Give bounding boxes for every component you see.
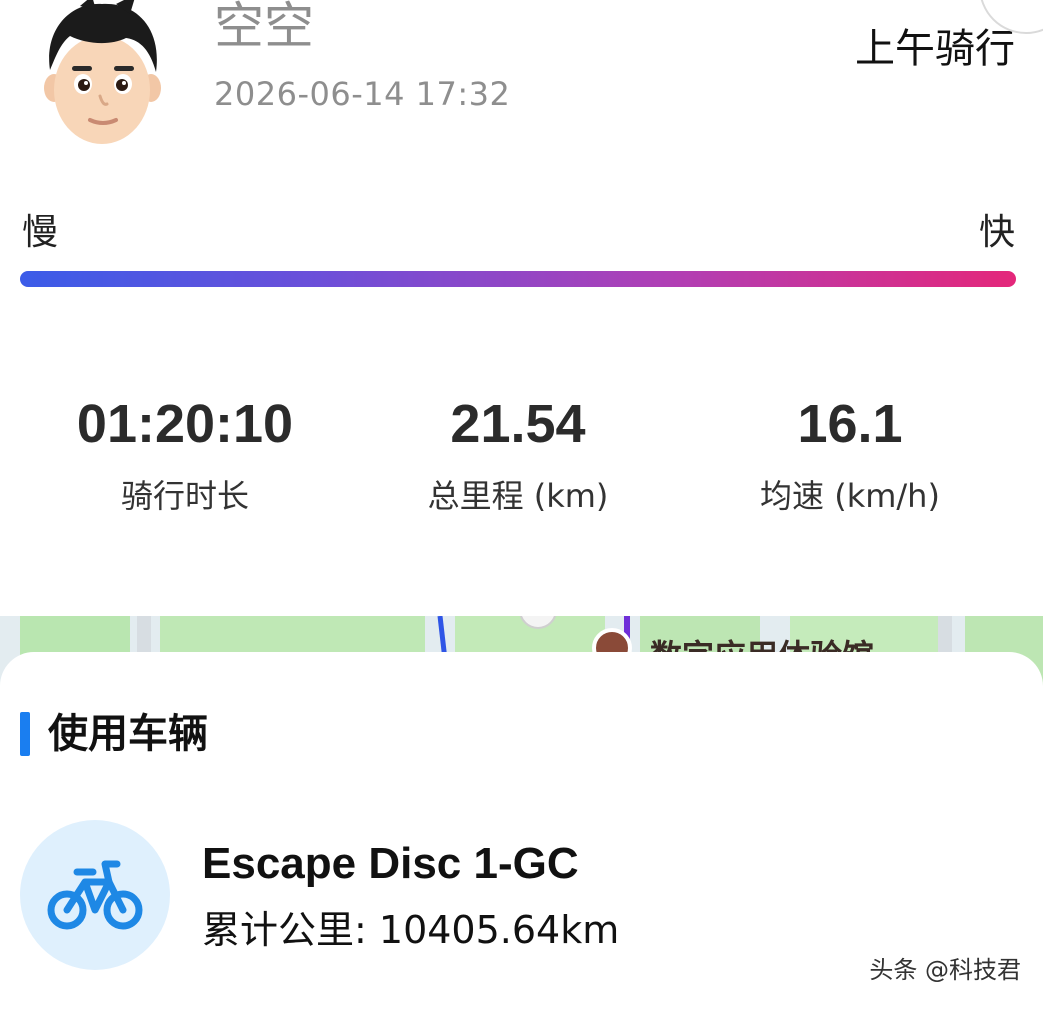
- stat-duration: 01:20:10 骑行时长: [20, 392, 350, 516]
- vehicle-avatar: [20, 820, 170, 970]
- odometer-label: 累计公里:: [202, 908, 367, 952]
- avatar[interactable]: [40, 0, 165, 150]
- memoji-avatar-icon: [44, 0, 161, 144]
- speed-legend-slow-label: 慢: [22, 212, 59, 253]
- stat-avg-speed-value: 16.1: [797, 394, 903, 454]
- stat-distance: 21.54 总里程 (km): [353, 392, 683, 516]
- ride-title: 上午骑行: [855, 26, 1015, 72]
- vehicle-item[interactable]: Escape Disc 1-GC 累计公里: 10405.64km: [20, 820, 619, 970]
- odometer-value: 10405.64km: [378, 908, 620, 952]
- stat-duration-value: 01:20:10: [76, 394, 294, 454]
- stat-distance-label: 总里程 (km): [427, 477, 609, 515]
- vehicle-info: Escape Disc 1-GC 累计公里: 10405.64km: [202, 836, 619, 954]
- vehicle-odometer: 累计公里: 10405.64km: [202, 906, 619, 954]
- vehicle-card: 使用车辆 Escape Disc 1-GC 累计公里: 10405.64km 头…: [0, 652, 1043, 1012]
- ride-datetime: 2026-06-14 17:32: [214, 75, 511, 113]
- bicycle-icon: [47, 860, 143, 930]
- stat-avg-speed-label: 均速 (km/h): [760, 477, 940, 515]
- vehicle-name: Escape Disc 1-GC: [202, 839, 579, 888]
- section-accent-bar: [20, 712, 30, 756]
- speed-legend-fast-label: 快: [978, 212, 1015, 253]
- stat-distance-value: 21.54: [450, 394, 586, 454]
- watermark: 头条 @科技君: [869, 956, 1021, 984]
- section-header: 使用车辆: [20, 712, 208, 756]
- stat-duration-label: 骑行时长: [120, 477, 249, 515]
- stat-avg-speed: 16.1 均速 (km/h): [685, 392, 1015, 516]
- username: 空空: [214, 0, 314, 55]
- speed-gradient-bar: [20, 271, 1016, 287]
- section-title: 使用车辆: [48, 711, 208, 757]
